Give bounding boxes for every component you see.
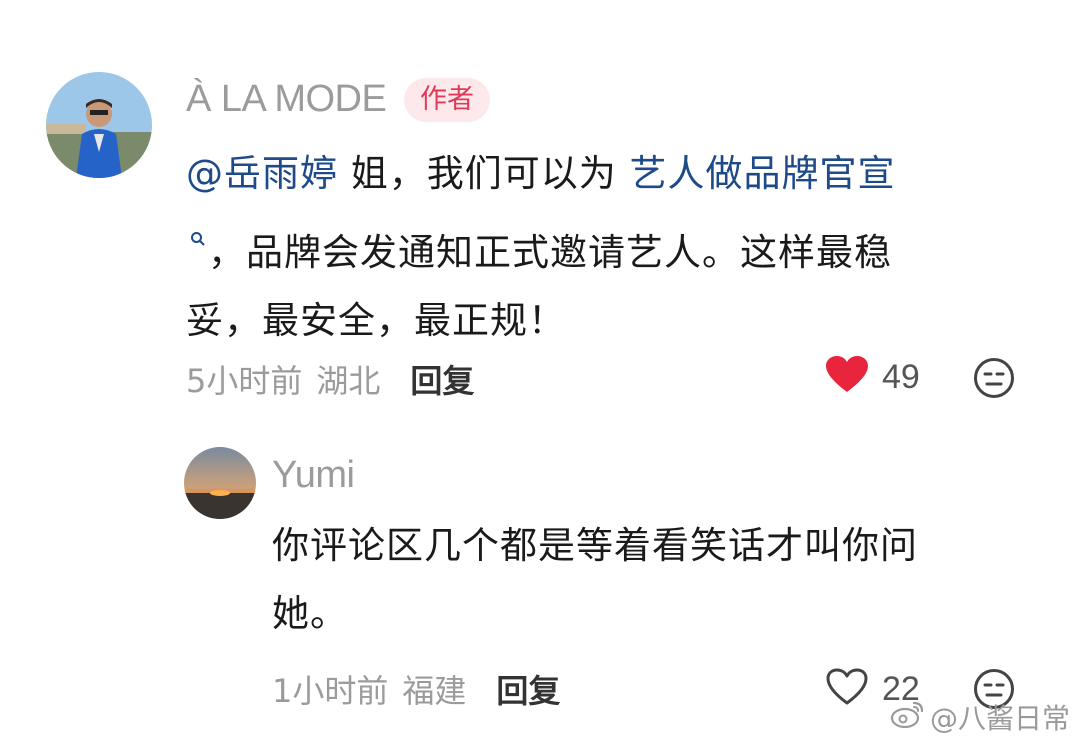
watermark-text: @八酱日常 [929,702,1070,735]
comment-location: 湖北 [316,362,381,400]
comment-text-part: 姐，我们可以为 [338,152,630,195]
like-count: 49 [882,357,920,396]
like-button[interactable]: 49 [826,356,920,398]
comment-time: 1小时前 [272,672,389,710]
comment-text-part: 你评论区几个都是等着看笑话才叫你问 [272,524,918,567]
comment-meta: 1小时前 福建 回复 [272,666,560,712]
author-badge: 作者 [404,78,490,122]
author-name[interactable]: Yumi [272,456,355,494]
avatar[interactable] [184,447,256,519]
heart-icon [826,356,868,398]
heart-icon [826,668,868,710]
neutral-face-icon[interactable] [973,357,1015,403]
comment-text-part: 她。 [272,592,348,635]
reply-button[interactable]: 回复 [410,356,474,402]
comment-meta: 5小时前 湖北 回复 [186,356,474,402]
mention-link[interactable]: @岳雨婷 [186,152,338,195]
watermark: @八酱日常 [890,697,1070,737]
comment-text-part: 妥，最安全，最正规！ [186,299,566,342]
comment-time: 5小时前 [186,362,303,400]
comment-body: 你评论区几个都是等着看笑话才叫你问 她。 [272,512,1032,648]
comment-text-part: ，品牌会发通知正式邀请艺人。这样最稳 [208,231,892,274]
weibo-logo-icon [890,699,930,736]
author-name[interactable]: À LA MODE [186,80,387,118]
search-icon[interactable] [190,208,206,276]
comment-body: @岳雨婷 姐，我们可以为 艺人做品牌官宣 ，品牌会发通知正式邀请艺人。这样最稳 … [186,140,1006,355]
reply-button[interactable]: 回复 [496,666,560,712]
avatar[interactable] [46,72,152,178]
topic-link[interactable]: 艺人做品牌官宣 [630,152,896,195]
comment-location: 福建 [402,672,467,710]
